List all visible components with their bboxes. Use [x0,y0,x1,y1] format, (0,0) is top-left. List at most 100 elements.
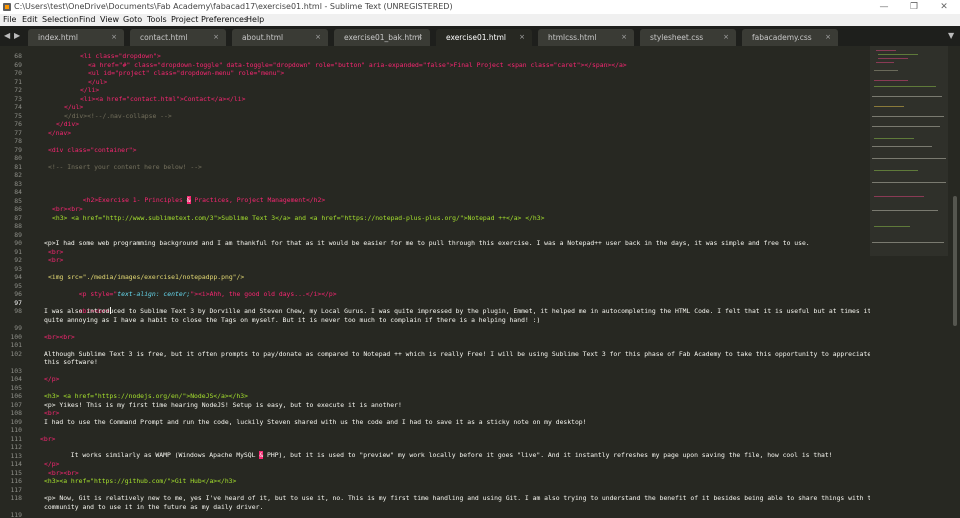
line-number: 112 [10,443,22,451]
code-comment: <!-- Insert your content here below! --> [48,162,202,171]
tab-close-icon[interactable]: × [417,29,423,46]
line-number: 114 [10,460,22,468]
code-token: PHP), but it is used to "preview" my wor… [263,451,833,459]
line-number: 111 [10,434,22,443]
tab-exercise01-bak-html[interactable]: exercise01_bak.html × [334,29,430,46]
code-line: <br> [40,434,56,443]
tab-label: fabacademy.css [752,33,812,42]
menu-preferences[interactable]: Preferences [201,14,248,26]
tab-htmlcss-html[interactable]: htmlcss.html × [538,29,634,46]
tab-close-icon[interactable]: × [519,29,525,46]
code-line: <img src="./media/images/exercise1/notep… [48,273,245,281]
menu-file[interactable]: File [3,14,16,26]
code-line: <p> Yikes! This is my first time hearing… [44,400,402,409]
tab-label: about.html [242,33,284,42]
minimap-line [872,146,932,147]
line-number: 69 [14,60,22,69]
code-line: <p>I had some web programming background… [44,239,810,247]
line-number: 77 [14,128,22,137]
tab-scroll-left-icon[interactable]: ◀ [4,31,10,40]
close-button[interactable]: ✕ [930,0,958,14]
tab-close-icon[interactable]: × [315,29,321,46]
minimap-line [872,242,944,243]
line-number: 93 [14,264,22,273]
tab-scroll-right-icon[interactable]: ▶ [14,31,20,40]
code-line: </p> [44,460,60,468]
minimap-viewport[interactable] [870,46,948,256]
tab-stylesheet-css[interactable]: stylesheet.css × [640,29,736,46]
line-number: 102 [10,349,22,358]
line-number: 82 [14,171,22,179]
code-text[interactable]: <li class="dropdown"> <a href="#" class=… [28,46,883,518]
code-line: <li><a href="contact.html">Contact</a></… [80,94,246,103]
sublime-app-icon [3,3,11,11]
menu-view[interactable]: View [100,14,119,26]
editor-area[interactable]: 68 69 70 71 72 73 74 75 76 77 78 79 80 8… [0,46,960,518]
code-line-h2: <h2>Exercise 1- Principles & Practices, … [52,188,325,212]
menu-project[interactable]: Project [171,14,198,26]
tab-exercise01-html[interactable]: exercise01.html × [436,29,532,46]
menu-find[interactable]: Find [79,14,95,26]
line-number: 113 [10,451,22,460]
code-line-wrapped: quite annoying as I have a habit to clos… [44,315,541,324]
tab-close-icon[interactable]: × [111,29,117,46]
code-line: <br> [44,409,60,417]
code-line: I was also introduced to Sublime Text 3 … [44,307,883,315]
minimap-line [874,138,914,139]
tab-overflow-icon[interactable]: ▼ [948,31,954,40]
line-number: 115 [10,468,22,477]
line-number: 108 [10,409,22,417]
tab-close-icon[interactable]: × [723,29,729,46]
tab-label: contact.html [140,33,188,42]
line-number: 116 [10,477,22,485]
code-token: <h2>Exercise 1- Principles [82,196,187,204]
code-line: I had to use the Command Prompt and run … [44,417,587,426]
menu-edit[interactable]: Edit [22,14,38,26]
menu-help[interactable]: Help [246,14,264,26]
code-line: <a href="#" class="dropdown-toggle" data… [88,60,627,69]
minimap[interactable] [870,46,948,518]
code-line: </ul> [64,103,84,111]
line-number: 75 [14,111,22,120]
code-line: <h3> <a href="http://www.sublimetext.com… [52,213,545,222]
code-line-wrapped: this software! [44,358,98,366]
tab-close-icon[interactable]: × [213,29,219,46]
minimap-line [876,50,896,51]
code-line: <br><br> [48,468,79,477]
line-number: 90 [14,239,22,247]
code-line: <br> [48,247,64,256]
tab-about-html[interactable]: about.html × [232,29,328,46]
line-number-current: 97 [14,298,22,307]
code-line: </li> [80,86,100,94]
title-bar: C:\Users\test\OneDrive\Documents\Fab Aca… [0,0,960,14]
minimize-button[interactable]: — [870,0,898,14]
tab-label: stylesheet.css [650,33,704,42]
line-number: 100 [10,332,22,341]
tab-label: exercise01.html [446,33,506,42]
maximize-button[interactable]: ❐ [900,0,928,14]
tab-index-html[interactable]: index.html × [28,29,124,46]
tab-label: exercise01_bak.html [344,33,422,42]
minimap-line [874,170,918,171]
code-line: </ul> [88,77,108,86]
line-number: 70 [14,69,22,77]
line-number: 94 [14,273,22,281]
menu-selection[interactable]: Selection [42,14,79,26]
minimap-line [874,106,904,107]
vertical-scrollbar[interactable] [950,46,960,518]
code-line: <br><br> [52,205,83,213]
tab-close-icon[interactable]: × [825,29,831,46]
tab-close-icon[interactable]: × [621,29,627,46]
tab-fabacademy-css[interactable]: fabacademy.css × [742,29,838,46]
code-line-wrapped: community and to use it in the future as… [44,502,264,511]
line-number: 101 [10,341,22,349]
code-line: <p> Now, Git is relatively new to me, ye… [44,494,879,502]
menu-tools[interactable]: Tools [147,14,167,26]
line-number: 76 [14,120,22,128]
line-number: 103 [10,366,22,375]
line-number: 118 [10,494,22,502]
menu-goto[interactable]: Goto [123,14,142,26]
tab-contact-html[interactable]: contact.html × [130,29,226,46]
minimap-line [876,62,894,63]
scrollbar-thumb[interactable] [953,196,957,326]
